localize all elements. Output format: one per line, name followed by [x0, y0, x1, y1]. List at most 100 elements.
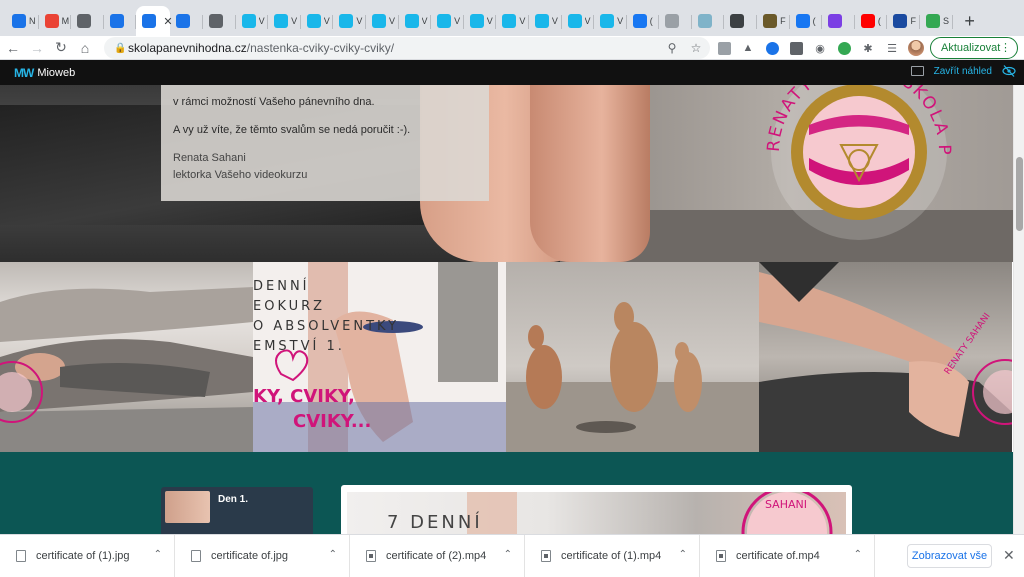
browser-toolbar: ← → ↻ ⌂ 🔒 skolapanevnihodna.cz/nastenka-…	[0, 36, 1024, 60]
browser-tab[interactable]	[724, 6, 757, 36]
lesson-label: Den 1.	[218, 494, 249, 505]
home-icon[interactable]: ⌂	[74, 37, 96, 59]
drive-extension-icon[interactable]: ▲	[738, 38, 758, 58]
video-file-icon	[716, 549, 726, 562]
vimeo-icon	[404, 14, 419, 28]
puzzle-extensions-icon[interactable]: ✱	[858, 38, 878, 58]
browser-tab[interactable]	[659, 6, 692, 36]
browser-tab[interactable]: V	[268, 6, 301, 36]
forward-arrow-icon[interactable]: →	[26, 37, 48, 59]
browser-tab[interactable]: V	[366, 6, 399, 36]
menu-dots-icon: ⋮	[1000, 42, 1011, 54]
browser-tab[interactable]: V	[464, 6, 497, 36]
badge-extension-icon[interactable]	[834, 38, 854, 58]
browser-tab[interactable]: V	[562, 6, 595, 36]
chevron-up-icon[interactable]: ⌃	[679, 549, 687, 560]
gallery-image-stretch[interactable]: RENATY SAHANI	[759, 262, 1012, 452]
browser-tab[interactable]: F	[757, 6, 790, 36]
mioweb-logo[interactable]: MW Mioweb	[14, 66, 75, 80]
chevron-up-icon[interactable]: ⌃	[154, 549, 162, 560]
tab-title: F	[910, 16, 916, 26]
avatar[interactable]	[906, 38, 926, 58]
tab-title: V	[356, 16, 363, 26]
new-tab-button[interactable]: +	[957, 6, 983, 36]
generic-icon	[926, 14, 941, 28]
download-item[interactable]: certificate of.jpg ⌃	[175, 534, 350, 577]
blue-extension-icon[interactable]	[762, 38, 782, 58]
browser-tab[interactable]: N	[6, 6, 39, 36]
show-all-downloads-button[interactable]: Zobrazovat vše	[907, 544, 992, 568]
download-item[interactable]: certificate of (1).jpg ⌃	[0, 534, 175, 577]
browser-tab[interactable]: V	[399, 6, 432, 36]
tab-title: M	[61, 16, 70, 26]
lesson-item-day1[interactable]: Den 1.	[161, 487, 313, 534]
mioweb-logo-icon: MW	[14, 65, 34, 80]
browser-tab[interactable]: V	[333, 6, 366, 36]
vimeo-icon	[274, 14, 289, 28]
lock-icon: 🔒	[114, 42, 127, 54]
browser-tab[interactable]	[104, 6, 137, 36]
browser-tab[interactable]: N✕	[136, 6, 173, 36]
browser-tab[interactable]: M	[39, 6, 72, 36]
back-arrow-icon[interactable]: ←	[2, 37, 24, 59]
download-item[interactable]: certificate of (1).mp4 ⌃	[525, 534, 700, 577]
vimeo-icon	[241, 14, 256, 28]
card-line-2: EOKURZ	[253, 299, 325, 314]
close-preview-link[interactable]: Zavřít náhled	[934, 66, 992, 77]
download-item[interactable]: certificate of (2).mp4 ⌃	[350, 534, 525, 577]
video-badge-text: SAHANI	[765, 498, 807, 511]
tab-title: V	[486, 16, 493, 26]
url-path: /nastenka-cviky-cviky-cviky/	[246, 41, 395, 55]
tab-title: V	[258, 16, 265, 26]
browser-tab[interactable]: V	[594, 6, 627, 36]
camera-extension-icon[interactable]: ◉	[810, 38, 830, 58]
mioweb-admin-bar: MW Mioweb Zavřít náhled	[0, 60, 1024, 85]
scrollbar-thumb[interactable]	[1016, 157, 1023, 231]
browser-tab[interactable]: V	[236, 6, 269, 36]
video-thumbnail[interactable]: SAHANI 7 DENNÍ	[347, 492, 846, 534]
media-queue-icon[interactable]: ☰	[882, 38, 902, 58]
browser-tab[interactable]	[822, 6, 855, 36]
zoom-icon[interactable]: ⚲	[664, 40, 680, 56]
download-filename: certificate of (1).jpg	[36, 549, 130, 562]
chevron-up-icon[interactable]: ⌃	[854, 549, 862, 560]
chevron-up-icon[interactable]: ⌃	[329, 549, 337, 560]
gallery-image-relax[interactable]	[0, 262, 253, 452]
browser-tab[interactable]: V	[496, 6, 529, 36]
close-icon[interactable]: ✕	[1003, 547, 1015, 564]
page-scrollbar[interactable]	[1013, 85, 1024, 534]
facebook-extension-icon[interactable]	[786, 38, 806, 58]
download-item[interactable]: certificate of.mp4 ⌃	[700, 534, 875, 577]
bookmark-star-icon[interactable]: ☆	[688, 40, 704, 56]
browser-tab[interactable]	[692, 6, 725, 36]
browser-tab[interactable]: F	[887, 6, 920, 36]
browser-tab[interactable]: V	[529, 6, 562, 36]
browser-tab[interactable]: V	[431, 6, 464, 36]
globe-icon	[208, 14, 223, 28]
browser-tab[interactable]: (	[790, 6, 823, 36]
vimeo-icon	[502, 14, 517, 28]
browser-tab[interactable]	[170, 6, 203, 36]
image-extension-icon[interactable]	[714, 38, 734, 58]
browser-tab[interactable]	[203, 6, 236, 36]
address-bar[interactable]: 🔒 skolapanevnihodna.cz/nastenka-cviky-cv…	[104, 37, 710, 59]
browser-tab[interactable]: V	[301, 6, 334, 36]
vimeo-icon	[567, 14, 582, 28]
browser-tab[interactable]: (	[627, 6, 660, 36]
page-content: v rámci možností Vašeho pánevního dna. A…	[0, 85, 1013, 534]
reload-icon[interactable]: ↻	[50, 37, 72, 59]
video-player[interactable]: SAHANI 7 DENNÍ	[341, 485, 852, 534]
generic-icon	[697, 14, 712, 28]
browser-tab[interactable]	[71, 6, 104, 36]
relax-scene	[0, 287, 253, 452]
browser-tab[interactable]: (	[855, 6, 888, 36]
update-button[interactable]: Aktualizovat ⋮	[930, 37, 1018, 59]
gallery-image-kangaroos[interactable]	[506, 262, 759, 452]
monitor-icon[interactable]	[910, 66, 924, 76]
eye-off-icon[interactable]	[1002, 64, 1016, 78]
gallery-card-course[interactable]: DENNÍ EOKURZ O ABSOLVENTKY EMSTVÍ 1. KY,…	[253, 262, 506, 452]
video-title: 7 DENNÍ	[387, 512, 483, 533]
chevron-up-icon[interactable]: ⌃	[504, 549, 512, 560]
kangaroo-scene	[506, 302, 759, 452]
browser-tab[interactable]: S	[920, 6, 953, 36]
